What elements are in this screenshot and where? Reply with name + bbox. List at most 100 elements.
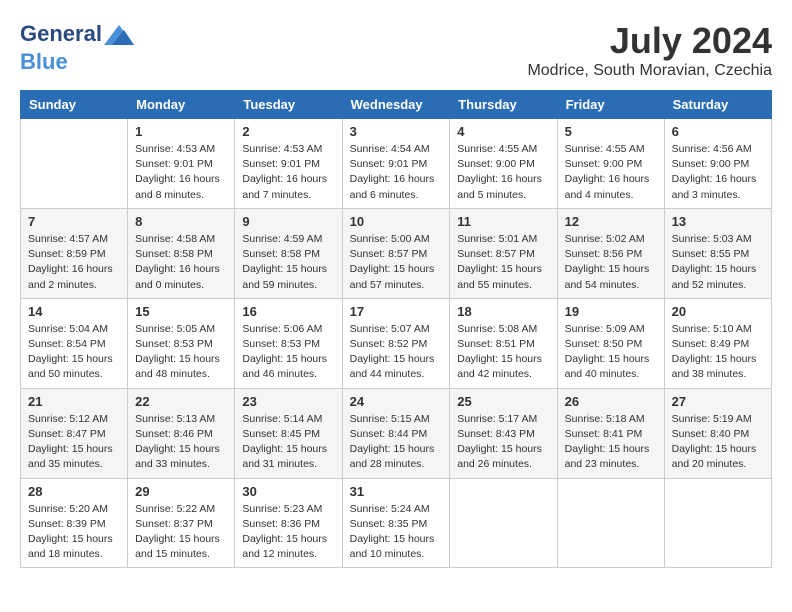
calendar-cell: 26 Sunrise: 5:18 AMSunset: 8:41 PMDayligh… [557, 388, 664, 478]
calendar-cell: 11 Sunrise: 5:01 AMSunset: 8:57 PMDayligh… [450, 208, 557, 298]
logo-text: General Blue [20, 20, 134, 74]
cell-info: Sunrise: 5:01 AMSunset: 8:57 PMDaylight:… [457, 232, 549, 293]
calendar-week-row: 1 Sunrise: 4:53 AMSunset: 9:01 PMDaylight… [21, 119, 772, 209]
month-year: July 2024 [527, 20, 772, 62]
cell-info: Sunrise: 5:04 AMSunset: 8:54 PMDaylight:… [28, 322, 120, 383]
day-number: 10 [350, 214, 443, 229]
col-header-friday: Friday [557, 91, 664, 119]
day-number: 21 [28, 394, 120, 409]
calendar-cell: 31 Sunrise: 5:24 AMSunset: 8:35 PMDayligh… [342, 478, 450, 568]
calendar-cell: 3 Sunrise: 4:54 AMSunset: 9:01 PMDaylight… [342, 119, 450, 209]
calendar-cell: 7 Sunrise: 4:57 AMSunset: 8:59 PMDaylight… [21, 208, 128, 298]
day-number: 22 [135, 394, 227, 409]
calendar-cell: 30Sunrise: 5:23 AMSunset: 8:36 PMDayligh… [235, 478, 342, 568]
day-number: 16 [242, 304, 334, 319]
calendar-cell: 13 Sunrise: 5:03 AMSunset: 8:55 PMDayligh… [664, 208, 771, 298]
col-header-thursday: Thursday [450, 91, 557, 119]
col-header-monday: Monday [128, 91, 235, 119]
calendar-cell [450, 478, 557, 568]
calendar-cell: 18Sunrise: 5:08 AMSunset: 8:51 PMDayligh… [450, 298, 557, 388]
calendar-cell: 1 Sunrise: 4:53 AMSunset: 9:01 PMDaylight… [128, 119, 235, 209]
day-number: 4 [457, 124, 549, 139]
day-number: 28 [28, 484, 120, 499]
page-header: General Blue July 2024 Modrice, South Mo… [20, 20, 772, 80]
cell-info: Sunrise: 5:19 AMSunset: 8:40 PMDaylight:… [672, 412, 764, 473]
cell-info: Sunrise: 4:57 AMSunset: 8:59 PMDaylight:… [28, 232, 120, 293]
col-header-tuesday: Tuesday [235, 91, 342, 119]
cell-info: Sunrise: 4:53 AMSunset: 9:01 PMDaylight:… [242, 142, 334, 203]
day-number: 6 [672, 124, 764, 139]
cell-info: Sunrise: 4:58 AMSunset: 8:58 PMDaylight:… [135, 232, 227, 293]
calendar-cell: 22 Sunrise: 5:13 AMSunset: 8:46 PMDayligh… [128, 388, 235, 478]
day-number: 1 [135, 124, 227, 139]
calendar-cell: 19Sunrise: 5:09 AMSunset: 8:50 PMDayligh… [557, 298, 664, 388]
calendar-week-row: 21 Sunrise: 5:12 AMSunset: 8:47 PMDayligh… [21, 388, 772, 478]
calendar-cell: 9 Sunrise: 4:59 AMSunset: 8:58 PMDaylight… [235, 208, 342, 298]
calendar-week-row: 7 Sunrise: 4:57 AMSunset: 8:59 PMDaylight… [21, 208, 772, 298]
calendar-cell [664, 478, 771, 568]
cell-info: Sunrise: 5:13 AMSunset: 8:46 PMDaylight:… [135, 412, 227, 473]
cell-info: Sunrise: 4:53 AMSunset: 9:01 PMDaylight:… [135, 142, 227, 203]
calendar-week-row: 14 Sunrise: 5:04 AMSunset: 8:54 PMDayligh… [21, 298, 772, 388]
day-number: 29 [135, 484, 227, 499]
cell-info: Sunrise: 5:14 AMSunset: 8:45 PMDaylight:… [242, 412, 334, 473]
day-number: 27 [672, 394, 764, 409]
cell-info: Sunrise: 5:08 AMSunset: 8:51 PMDaylight:… [457, 322, 549, 383]
day-number: 26 [565, 394, 657, 409]
cell-info: Sunrise: 5:20 AMSunset: 8:39 PMDaylight:… [28, 502, 120, 563]
day-number: 9 [242, 214, 334, 229]
day-number: 8 [135, 214, 227, 229]
cell-info: Sunrise: 4:59 AMSunset: 8:58 PMDaylight:… [242, 232, 334, 293]
calendar-cell: 15Sunrise: 5:05 AMSunset: 8:53 PMDayligh… [128, 298, 235, 388]
day-number: 14 [28, 304, 120, 319]
day-number: 20 [672, 304, 764, 319]
calendar-table: SundayMondayTuesdayWednesdayThursdayFrid… [20, 90, 772, 568]
calendar-header: SundayMondayTuesdayWednesdayThursdayFrid… [21, 91, 772, 119]
calendar-cell: 8 Sunrise: 4:58 AMSunset: 8:58 PMDaylight… [128, 208, 235, 298]
calendar-cell: 21 Sunrise: 5:12 AMSunset: 8:47 PMDayligh… [21, 388, 128, 478]
cell-info: Sunrise: 4:56 AMSunset: 9:00 PMDaylight:… [672, 142, 764, 203]
calendar-cell: 24 Sunrise: 5:15 AMSunset: 8:44 PMDayligh… [342, 388, 450, 478]
cell-info: Sunrise: 5:18 AMSunset: 8:41 PMDaylight:… [565, 412, 657, 473]
calendar-cell: 28 Sunrise: 5:20 AMSunset: 8:39 PMDayligh… [21, 478, 128, 568]
cell-info: Sunrise: 4:54 AMSunset: 9:01 PMDaylight:… [350, 142, 443, 203]
calendar-cell: 16Sunrise: 5:06 AMSunset: 8:53 PMDayligh… [235, 298, 342, 388]
location: Modrice, South Moravian, Czechia [527, 62, 772, 80]
day-number: 5 [565, 124, 657, 139]
cell-info: Sunrise: 5:05 AMSunset: 8:53 PMDaylight:… [135, 322, 227, 383]
calendar-cell: 27 Sunrise: 5:19 AMSunset: 8:40 PMDayligh… [664, 388, 771, 478]
calendar-cell: 25 Sunrise: 5:17 AMSunset: 8:43 PMDayligh… [450, 388, 557, 478]
day-number: 3 [350, 124, 443, 139]
day-number: 2 [242, 124, 334, 139]
logo: General Blue [20, 20, 134, 74]
day-number: 11 [457, 214, 549, 229]
col-header-wednesday: Wednesday [342, 91, 450, 119]
calendar-cell: 23 Sunrise: 5:14 AMSunset: 8:45 PMDayligh… [235, 388, 342, 478]
cell-info: Sunrise: 5:10 AMSunset: 8:49 PMDaylight:… [672, 322, 764, 383]
cell-info: Sunrise: 5:23 AMSunset: 8:36 PMDaylight:… [242, 502, 334, 563]
day-number: 24 [350, 394, 443, 409]
calendar-cell: 10 Sunrise: 5:00 AMSunset: 8:57 PMDayligh… [342, 208, 450, 298]
cell-info: Sunrise: 5:24 AMSunset: 8:35 PMDaylight:… [350, 502, 443, 563]
calendar-cell: 2 Sunrise: 4:53 AMSunset: 9:01 PMDaylight… [235, 119, 342, 209]
cell-info: Sunrise: 5:03 AMSunset: 8:55 PMDaylight:… [672, 232, 764, 293]
cell-info: Sunrise: 5:17 AMSunset: 8:43 PMDaylight:… [457, 412, 549, 473]
cell-info: Sunrise: 5:12 AMSunset: 8:47 PMDaylight:… [28, 412, 120, 473]
cell-info: Sunrise: 5:15 AMSunset: 8:44 PMDaylight:… [350, 412, 443, 473]
calendar-cell: 14 Sunrise: 5:04 AMSunset: 8:54 PMDayligh… [21, 298, 128, 388]
day-number: 25 [457, 394, 549, 409]
day-number: 17 [350, 304, 443, 319]
calendar-cell: 20 Sunrise: 5:10 AMSunset: 8:49 PMDayligh… [664, 298, 771, 388]
cell-info: Sunrise: 5:00 AMSunset: 8:57 PMDaylight:… [350, 232, 443, 293]
day-number: 23 [242, 394, 334, 409]
calendar-cell [557, 478, 664, 568]
day-number: 31 [350, 484, 443, 499]
title-area: July 2024 Modrice, South Moravian, Czech… [527, 20, 772, 80]
calendar-body: 1 Sunrise: 4:53 AMSunset: 9:01 PMDaylight… [21, 119, 772, 568]
calendar-cell [21, 119, 128, 209]
day-number: 7 [28, 214, 120, 229]
header-row: SundayMondayTuesdayWednesdayThursdayFrid… [21, 91, 772, 119]
day-number: 12 [565, 214, 657, 229]
cell-info: Sunrise: 5:02 AMSunset: 8:56 PMDaylight:… [565, 232, 657, 293]
day-number: 13 [672, 214, 764, 229]
